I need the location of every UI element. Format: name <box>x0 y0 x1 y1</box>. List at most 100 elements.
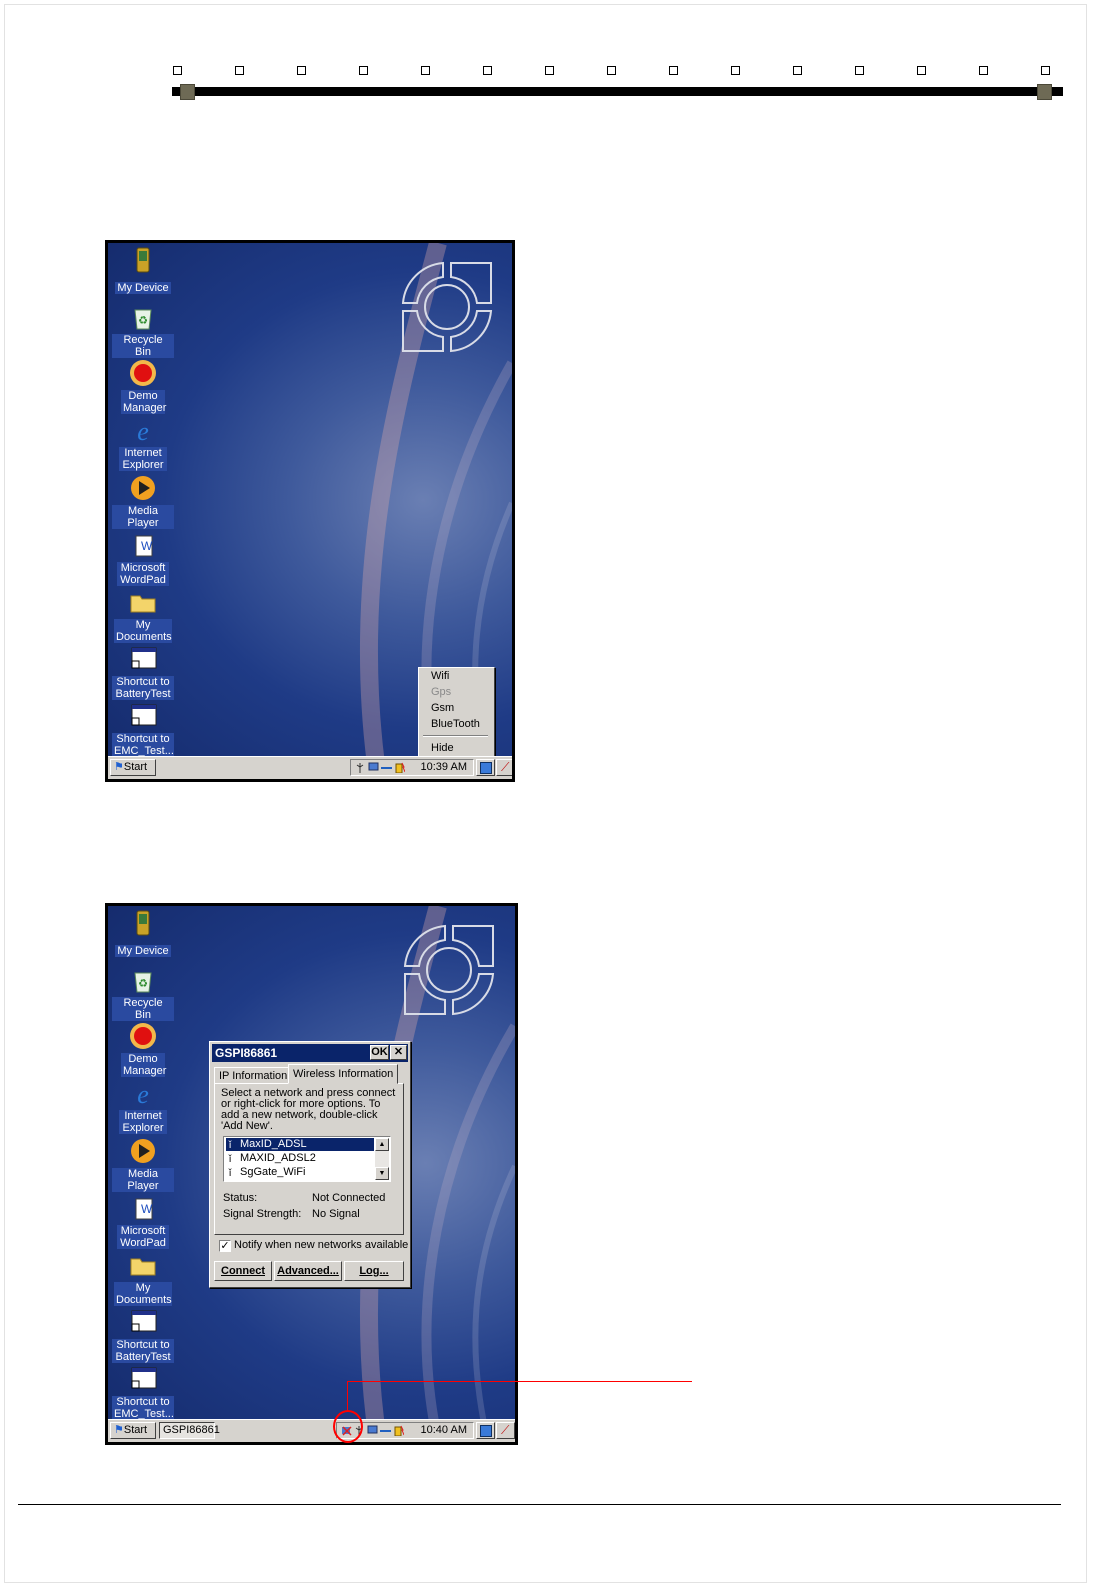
dialog-titlebar: GSPI86861 OK ✕ <box>212 1044 408 1062</box>
desktop-icon-demo-manager[interactable]: Demo Manager <box>112 358 174 416</box>
callout-line-vertical <box>347 1381 348 1411</box>
desktop-icon-internet-explorer[interactable]: e Internet Explorer <box>112 415 174 473</box>
wireless-tab-panel: Select a network and press connect or ri… <box>214 1083 404 1235</box>
input-panel-button[interactable]: ⟋ <box>496 759 512 776</box>
desktop-toggle-button[interactable] <box>476 759 495 776</box>
tab-ip-information[interactable]: IP Information <box>214 1067 293 1084</box>
network-name: SgGate_WiFi <box>240 1166 306 1178</box>
media-player-icon <box>128 1136 158 1166</box>
media-player-icon <box>128 473 158 503</box>
tab-wireless-information[interactable]: Wireless Information <box>288 1064 399 1084</box>
desktop-icon <box>480 1425 492 1437</box>
ok-button[interactable]: OK <box>370 1045 389 1060</box>
taskbar-task-gspi86861[interactable]: GSPI86861 <box>159 1422 220 1439</box>
internet-explorer-icon: e <box>128 415 158 446</box>
usb-connection-icon[interactable] <box>380 1425 391 1436</box>
notify-checkbox[interactable]: ✓ <box>219 1240 231 1252</box>
icon-label: Recycle Bin <box>112 997 174 1021</box>
brand-logo-icon <box>403 924 495 1016</box>
list-scrollbar[interactable]: ▲ ▼ <box>375 1138 389 1180</box>
demo-manager-icon <box>128 358 158 388</box>
svg-text:e: e <box>137 1080 149 1108</box>
ruler-bar <box>172 87 1063 96</box>
icon-label: Recycle Bin <box>112 334 174 358</box>
desktop-icon-demo-manager[interactable]: Demo Manager <box>112 1021 174 1079</box>
notify-label: Notify when new networks available <box>234 1239 409 1251</box>
connect-button[interactable]: Connect <box>214 1261 272 1281</box>
desktop-icon-media-player[interactable]: Media Player <box>112 473 174 531</box>
tray-popup-menu: Wifi Gps Gsm BlueTooth Hide <box>418 667 495 757</box>
network-icon[interactable] <box>368 762 379 773</box>
antenna-icon[interactable] <box>355 762 366 773</box>
desktop: My Device ♻ Recycle Bin Demo Manager e I… <box>108 243 512 779</box>
ruler-box <box>483 66 492 75</box>
desktop-icon-recycle-bin[interactable]: ♻ Recycle Bin <box>112 965 174 1023</box>
desktop-icon-media-player[interactable]: Media Player <box>112 1136 174 1194</box>
icon-label: Shortcut to BatteryTest <box>112 1339 174 1363</box>
icon-label: My Device <box>115 282 171 294</box>
input-panel-button[interactable]: ⟋ <box>496 1422 515 1439</box>
icon-label: Internet Explorer <box>119 1110 167 1134</box>
desktop-icon-shortcut-emc-test[interactable]: Shortcut to EMC_Test... <box>112 701 174 759</box>
ruler-box <box>359 66 368 75</box>
menu-item-hide[interactable]: Hide <box>431 742 454 754</box>
list-item[interactable]: ǐ SgGate_WiFi <box>226 1166 374 1179</box>
menu-item-wifi[interactable]: Wifi <box>431 670 449 682</box>
taskbar: ⚑Start 10:39 AM ⟋ <box>108 756 512 779</box>
start-button[interactable]: ⚑Start <box>110 759 156 776</box>
wifi-network-icon: ǐ <box>229 1168 232 1179</box>
scroll-up-icon[interactable]: ▲ <box>375 1138 389 1151</box>
icon-label: Media Player <box>112 505 174 529</box>
network-list[interactable]: ǐ MaxID_ADSL ǐ MAXID_ADSL2 ǐ SgGate_WiFi ▲ … <box>223 1136 391 1182</box>
desktop-icon-shortcut-emc-test[interactable]: Shortcut to EMC_Test... <box>112 1364 174 1422</box>
advanced-button[interactable]: Advanced... <box>274 1261 342 1281</box>
signal-strength-label: Signal Strength: <box>223 1208 302 1220</box>
ruler-box <box>235 66 244 75</box>
desktop-icon-my-documents[interactable]: My Documents <box>112 1250 174 1308</box>
shortcut-app-icon <box>128 701 158 731</box>
wifi-network-icon: ǐ <box>229 1140 232 1151</box>
menu-item-bluetooth[interactable]: BlueTooth <box>431 718 480 730</box>
status-value: Not Connected <box>312 1192 386 1204</box>
pen-icon: ⟋ <box>501 1423 510 1437</box>
ruler-box <box>297 66 306 75</box>
ruler-box <box>669 66 678 75</box>
desktop-icon-microsoft-wordpad[interactable]: W Microsoft WordPad <box>112 530 174 588</box>
usb-connection-icon[interactable] <box>381 762 392 773</box>
footer-rule <box>18 1504 1061 1505</box>
brand-logo-icon <box>401 261 493 353</box>
desktop-icon-internet-explorer[interactable]: e Internet Explorer <box>112 1078 174 1136</box>
menu-item-gps: Gps <box>431 686 452 698</box>
desktop-icon-shortcut-batterytest[interactable]: Shortcut to BatteryTest <box>112 1307 174 1365</box>
list-item[interactable]: ǐ MAXID_ADSL2 <box>226 1152 374 1165</box>
desktop-icon-my-device[interactable]: My Device <box>112 909 174 959</box>
desktop-toggle-button[interactable] <box>476 1422 495 1439</box>
desktop-icon-recycle-bin[interactable]: ♻ Recycle Bin <box>112 302 174 360</box>
signal-strength-value: No Signal <box>312 1208 360 1220</box>
icon-label: Microsoft WordPad <box>117 1225 169 1249</box>
battery-icon[interactable] <box>394 762 406 774</box>
network-icon[interactable] <box>367 1425 378 1436</box>
list-item[interactable]: ǐ MaxID_ADSL <box>226 1138 374 1151</box>
desktop-icon-my-device[interactable]: My Device <box>112 246 174 296</box>
system-tray: 10:39 AM <box>350 759 474 776</box>
desktop-icon-shortcut-batterytest[interactable]: Shortcut to BatteryTest <box>112 644 174 702</box>
start-button[interactable]: ⚑Start <box>110 1422 156 1439</box>
desktop-icon <box>480 762 492 774</box>
close-icon[interactable]: ✕ <box>390 1045 407 1060</box>
icon-label: Microsoft WordPad <box>117 562 169 586</box>
icon-label: Shortcut to BatteryTest <box>112 676 174 700</box>
ruler-box <box>545 66 554 75</box>
scroll-down-icon[interactable]: ▼ <box>375 1167 389 1180</box>
desktop-icon-my-documents[interactable]: My Documents <box>112 587 174 645</box>
internet-explorer-icon: e <box>128 1078 158 1109</box>
shortcut-app-icon <box>128 1307 158 1337</box>
network-name: MAXID_ADSL2 <box>240 1152 316 1164</box>
demo-manager-icon <box>128 1021 158 1051</box>
log-button[interactable]: Log... <box>344 1261 404 1281</box>
menu-item-gsm[interactable]: Gsm <box>431 702 454 714</box>
desktop-icon-microsoft-wordpad[interactable]: W Microsoft WordPad <box>112 1193 174 1251</box>
ruler-box <box>421 66 430 75</box>
battery-icon[interactable] <box>393 1425 405 1437</box>
recycle-bin-icon: ♻ <box>128 965 158 995</box>
